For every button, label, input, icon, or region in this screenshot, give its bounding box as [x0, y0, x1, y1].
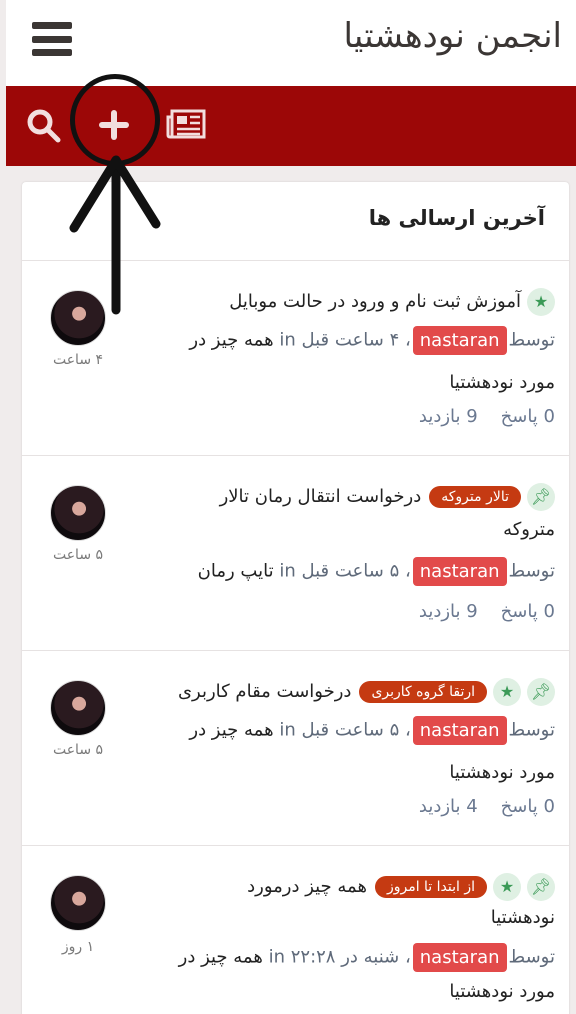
post-age: ۱ روز — [61, 939, 95, 955]
in-label: in — [268, 946, 285, 968]
forum-link[interactable]: همه چیز در — [189, 330, 273, 351]
forum-link-line2[interactable]: مورد نودهشتیا — [449, 372, 555, 393]
section-title: آخرین ارسالی ها — [368, 206, 545, 230]
username-badge[interactable]: nastaran — [412, 943, 507, 972]
star-icon: ★ — [493, 678, 521, 706]
reply-count: 0 پاسخ — [500, 601, 555, 622]
avatar[interactable] — [50, 485, 106, 541]
post-meta: توسطnastaran، ۵ ساعت قبل in همه چیز در — [189, 716, 555, 745]
post-stats: 0 پاسخ 4 بازدید — [419, 796, 555, 817]
post-time: ، ۵ ساعت قبل — [301, 560, 411, 582]
toolbar — [6, 86, 576, 166]
post-title[interactable]: همه چیز درمورد — [247, 876, 367, 897]
post-title-line2[interactable]: نودهشتیا — [491, 907, 555, 928]
in-label: in — [279, 560, 296, 582]
divider — [22, 650, 569, 651]
pin-icon: 📌︎ — [527, 678, 555, 706]
post-stats: 0 پاسخ 9 بازدید — [419, 406, 555, 427]
forum-link-line2[interactable]: مورد نودهشتیا — [449, 762, 555, 783]
reply-count: 0 پاسخ — [500, 406, 555, 427]
thread-tag[interactable]: تالار متروکه — [429, 486, 521, 508]
post-time: ، ۴ ساعت قبل — [301, 329, 411, 351]
by-label: توسط — [508, 560, 555, 582]
post-stats: 0 پاسخ 9 بازدید — [419, 601, 555, 622]
post-age: ۵ ساعت — [52, 547, 104, 563]
post-meta: توسطnastaran، ۴ ساعت قبل in همه چیز در — [189, 326, 555, 355]
star-icon: ★ — [493, 873, 521, 901]
pin-icon: 📌︎ — [527, 873, 555, 901]
post-time: ، ۵ ساعت قبل — [301, 719, 411, 741]
reply-count: 0 پاسخ — [500, 796, 555, 817]
avatar[interactable] — [50, 875, 106, 931]
app-header: انجمن نودهشتیا — [6, 0, 576, 86]
forum-link-line2[interactable]: مورد نودهشتیا — [449, 981, 555, 1002]
post-title[interactable]: درخواست مقام کاربری — [178, 681, 352, 702]
forum-link[interactable]: همه چیز در — [189, 720, 273, 741]
post-time: ، شنبه در ۲۲:۲۸ — [290, 946, 411, 968]
divider — [22, 845, 569, 846]
post-meta: توسطnastaran، ۵ ساعت قبل in تایپ رمان — [198, 557, 555, 586]
post-title-line: ★ آموزش ثبت نام و ورود در حالت موبایل — [229, 288, 555, 316]
view-count: 4 بازدید — [418, 796, 478, 817]
divider — [22, 455, 569, 456]
in-label: in — [279, 329, 296, 351]
forum-link[interactable]: تایپ رمان — [198, 561, 274, 582]
by-label: توسط — [508, 329, 555, 351]
username-badge[interactable]: nastaran — [412, 716, 507, 745]
post-age: ۴ ساعت — [52, 352, 104, 368]
newspaper-icon[interactable] — [166, 109, 206, 139]
view-count: 9 بازدید — [418, 601, 478, 622]
in-label: in — [279, 719, 296, 741]
post-age: ۵ ساعت — [52, 742, 104, 758]
pin-icon: 📌︎ — [527, 483, 555, 511]
latest-posts-panel: آخرین ارسالی ها ۴ ساعت ★ آموزش ثبت نام و … — [22, 182, 569, 1014]
thread-tag[interactable]: ارتقا گروه کاربری — [359, 681, 487, 703]
avatar[interactable] — [50, 680, 106, 736]
thread-tag[interactable]: از ابتدا تا امروز — [374, 876, 487, 898]
post-title-line: 📌︎★ از ابتدا تا امروز همه چیز درمورد — [247, 873, 555, 901]
username-badge[interactable]: nastaran — [412, 326, 507, 355]
post-meta: توسطnastaran، شنبه در ۲۲:۲۸ in همه چیز د… — [179, 943, 555, 972]
forum-link[interactable]: همه چیز در — [179, 947, 263, 968]
avatar[interactable] — [50, 290, 106, 346]
view-count: 9 بازدید — [418, 406, 478, 427]
post-title-line: 📌︎★ ارتقا گروه کاربری درخواست مقام کاربری — [178, 678, 555, 706]
post-title[interactable]: درخواست انتقال رمان تالار — [220, 486, 422, 507]
by-label: توسط — [508, 946, 555, 968]
search-icon[interactable] — [26, 108, 62, 144]
plus-icon[interactable] — [99, 110, 129, 140]
post-title-line2[interactable]: متروکه — [503, 519, 555, 540]
by-label: توسط — [508, 719, 555, 741]
post-title-line: 📌︎ تالار متروکه درخواست انتقال رمان تالار — [220, 483, 555, 511]
divider — [22, 260, 569, 261]
username-badge[interactable]: nastaran — [412, 557, 507, 586]
post-title[interactable]: آموزش ثبت نام و ورود در حالت موبایل — [229, 291, 521, 312]
hamburger-menu-icon[interactable] — [32, 22, 72, 56]
star-icon: ★ — [527, 288, 555, 316]
site-title[interactable]: انجمن نودهشتیا — [343, 16, 562, 56]
